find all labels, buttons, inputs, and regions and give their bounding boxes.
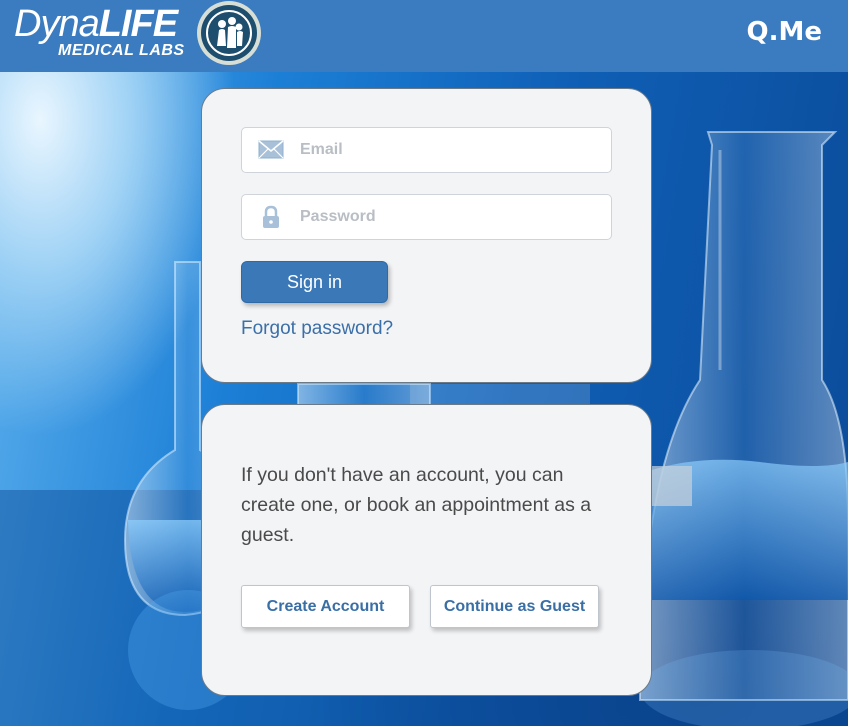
sign-in-button[interactable]: Sign in xyxy=(241,261,388,303)
password-input[interactable] xyxy=(300,195,600,239)
password-field[interactable] xyxy=(241,194,612,240)
logo-subtitle: MEDICAL LABS xyxy=(58,42,185,59)
login-card: Sign in Forgot password? xyxy=(201,88,652,383)
logo-wordmark-dyna: Dyna xyxy=(14,3,100,45)
top-header-bar: DynaLIFE MEDICAL LABS Q.Me xyxy=(0,0,848,72)
email-input[interactable] xyxy=(300,128,600,172)
dynalife-logo[interactable]: DynaLIFE MEDICAL LABS xyxy=(14,3,184,59)
logo-wordmark-life: LIFE xyxy=(98,3,178,45)
email-field[interactable] xyxy=(241,127,612,173)
logo-wordmark: DynaLIFE xyxy=(14,3,178,45)
forgot-password-link[interactable]: Forgot password? xyxy=(241,318,393,340)
continue-as-guest-button[interactable]: Continue as Guest xyxy=(430,585,599,628)
envelope-icon xyxy=(258,140,284,159)
create-account-button[interactable]: Create Account xyxy=(241,585,410,628)
lock-icon xyxy=(263,205,279,228)
guest-info-text: If you don't have an account, you can cr… xyxy=(241,464,592,546)
dynalife-badge-icon xyxy=(197,1,261,65)
app-name-qme: Q.Me xyxy=(746,17,823,47)
guest-card: If you don't have an account, you can cr… xyxy=(201,404,652,696)
